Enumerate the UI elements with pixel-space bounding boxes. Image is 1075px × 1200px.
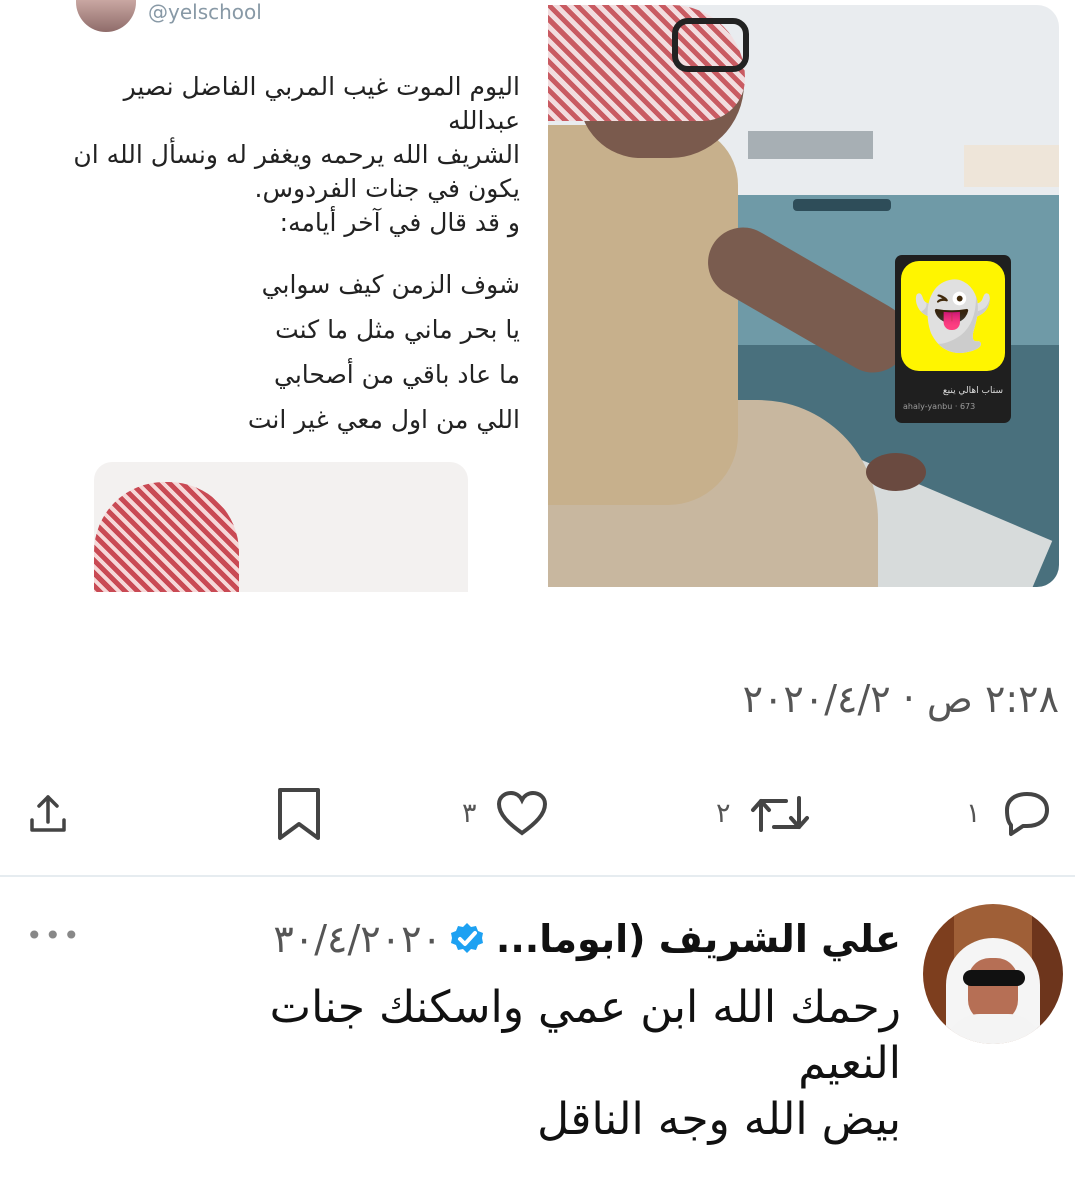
reply-date: ٣٠/٤/٢٠٢٠ [273, 917, 442, 961]
retweet-icon [749, 790, 811, 838]
reply-text: رحمك الله ابن عمي واسكنك جنات النعيم بيض… [111, 980, 901, 1148]
reply-author-name[interactable]: علي الشريف (ابوما... [496, 917, 901, 961]
divider [0, 875, 1075, 877]
quoted-text-line: يكون في جنات الفردوس. [254, 174, 521, 203]
poem-line: يا بحر ماني مثل ما كنت [275, 315, 520, 344]
quoted-tweet-image[interactable]: @yelschool اليوم الموت غيب المربي الفاضل… [14, 0, 534, 592]
background-building [748, 131, 873, 159]
quoted-user-avatar [76, 0, 136, 32]
more-options-icon[interactable]: ••• [26, 919, 82, 953]
poem-line: ما عاد باقي من أصحابي [274, 360, 520, 389]
reply-user-avatar[interactable] [923, 904, 1063, 1044]
reply-count: ١ [966, 798, 981, 829]
quoted-tweet-text: اليوم الموت غيب المربي الفاضل نصير عبدال… [60, 70, 520, 442]
heart-icon [495, 790, 549, 838]
poem-line: اللي من اول معي غير انت [247, 405, 520, 434]
reply-line: بيض الله وجه الناقل [537, 1094, 901, 1145]
man-hand [866, 453, 926, 491]
shemagh-image [94, 482, 239, 592]
reply-icon [999, 790, 1055, 838]
verified-badge-icon [450, 922, 484, 956]
share-button[interactable] [24, 784, 72, 844]
background-boat [793, 199, 891, 211]
reply-line: رحمك الله ابن عمي واسكنك جنات [269, 982, 901, 1033]
poem: شوف الزمن كيف سوابي يا بحر ماني مثل ما ك… [60, 262, 520, 442]
face [968, 958, 1018, 1022]
snapchat-ghost-icon: 👻 [901, 261, 1005, 371]
quoted-text-line: و قد قال في آخر أيامه: [279, 208, 520, 237]
quoted-text-line: اليوم الموت غيب المربي الفاضل نصير عبدال… [123, 72, 520, 135]
like-button[interactable]: ٣ [462, 784, 549, 844]
retweet-button[interactable]: ٢ [716, 784, 811, 844]
reply-header: علي الشريف (ابوما... ٣٠/٤/٢٠٢٠ [121, 908, 901, 970]
tweet-timestamp: ٢:٢٨ ص · ٢٠٢٠/٤/٢ [742, 677, 1059, 721]
bookmark-icon [275, 787, 323, 841]
sunglasses-icon [963, 970, 1025, 986]
man-by-sea-photo[interactable]: 👻 سناب اهالي ينبع ahaly-yanbu · 673 [548, 5, 1059, 587]
quoted-text-line: الشريف الله يرحمه ويغفر له ونسأل الله ان [73, 140, 520, 169]
tweet-actions: ٣ ٢ ١ [0, 784, 1075, 848]
glasses-icon [672, 18, 749, 72]
bookmark-button[interactable] [275, 784, 323, 844]
retweet-count: ٢ [716, 798, 731, 829]
man-shirt [548, 125, 738, 505]
like-count: ٣ [462, 798, 477, 829]
embedded-photo-preview [94, 462, 468, 592]
snapchat-handle: ahaly-yanbu · 673 [903, 402, 976, 411]
snapchat-code: 👻 سناب اهالي ينبع ahaly-yanbu · 673 [895, 255, 1011, 423]
quoted-user-handle: @yelschool [148, 0, 262, 24]
share-icon [24, 790, 72, 838]
reply-line: النعيم [798, 1038, 901, 1089]
background-house [964, 145, 1059, 187]
reply-button[interactable]: ١ [966, 784, 1055, 844]
snapchat-label: سناب اهالي ينبع [942, 386, 1003, 396]
reply-tweet[interactable]: علي الشريف (ابوما... ٣٠/٤/٢٠٢٠ ••• رحمك … [0, 890, 1075, 1200]
poem-line: شوف الزمن كيف سوابي [261, 270, 520, 299]
